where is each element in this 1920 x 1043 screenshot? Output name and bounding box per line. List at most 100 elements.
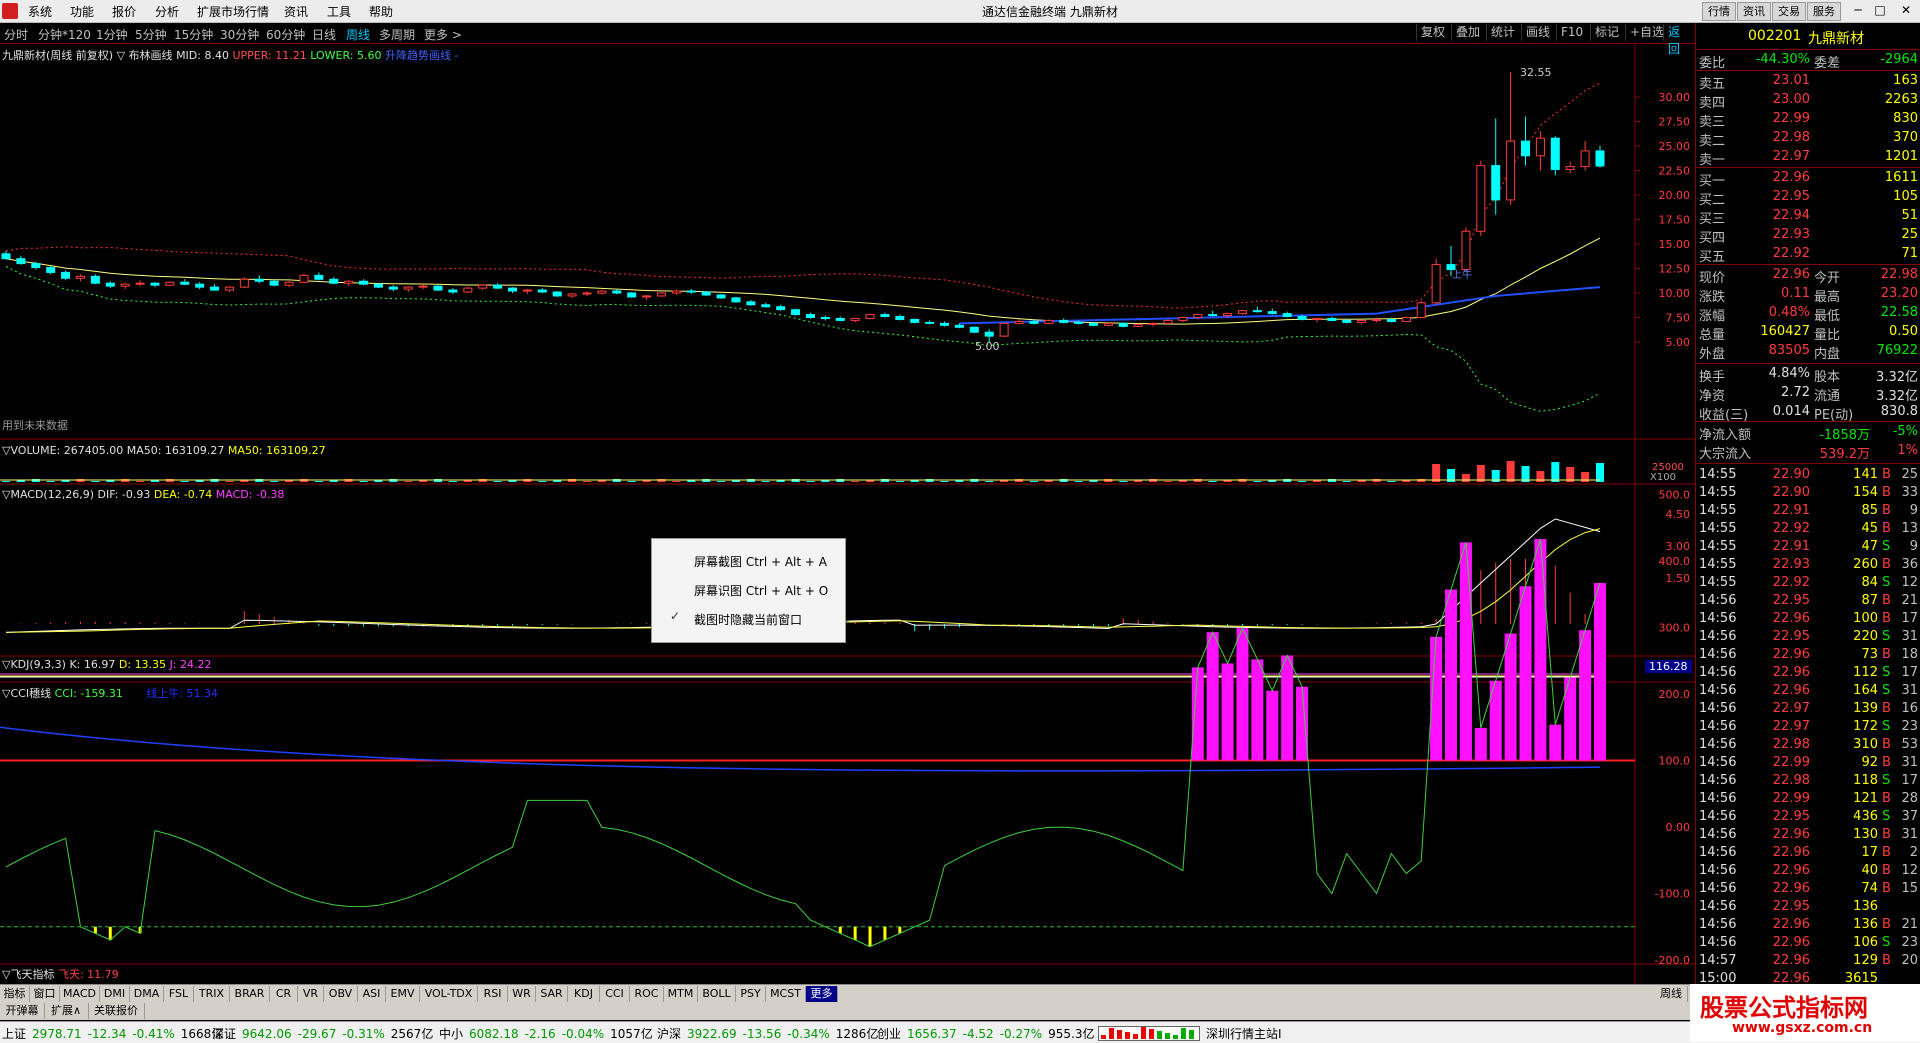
- period-tick[interactable]: 分时: [4, 26, 28, 43]
- price-axis-tick: 25.00: [1659, 140, 1691, 153]
- btn-news[interactable]: 资讯: [1737, 2, 1771, 21]
- period-week[interactable]: 周线: [346, 26, 370, 43]
- menu-help[interactable]: 帮助: [369, 3, 393, 20]
- tab-11[interactable]: ASI: [358, 986, 386, 1002]
- btn-service[interactable]: 服务: [1807, 2, 1841, 21]
- ctx-ocr[interactable]: 屏幕识图 Ctrl + Alt + O: [694, 582, 828, 599]
- tab-8[interactable]: CR: [270, 986, 298, 1002]
- ctx-screenshot[interactable]: 屏幕截图 Ctrl + Alt + A: [694, 553, 827, 570]
- tick-time: 14:56: [1699, 647, 1737, 662]
- tick-row: 14:56 22.96 164 S 31: [1696, 682, 1920, 700]
- tb-overlay[interactable]: 叠加: [1451, 24, 1484, 41]
- volume-bar: [493, 481, 502, 482]
- tb-fuquan[interactable]: 复权: [1416, 24, 1449, 41]
- tab-15[interactable]: WR: [508, 986, 536, 1002]
- chart-area[interactable]: 30.00 27.50 25.00 22.50 20.00 17.50 15.00 12.50…: [0, 44, 1695, 984]
- index-4[interactable]: 创业 1656.37 -4.52 -0.27% 955.3亿: [877, 1025, 1095, 1042]
- period-multi[interactable]: 多周期: [379, 26, 415, 43]
- flow-row: 大宗流入 539.2万 1%: [1696, 442, 1920, 462]
- chart-svg[interactable]: 30.00 27.50 25.00 22.50 20.00 17.50 15.00 12.50…: [0, 44, 1695, 984]
- maximize-icon[interactable]: □: [1870, 1, 1890, 20]
- close-icon[interactable]: ✕: [1895, 1, 1917, 20]
- kdj-label[interactable]: ▽KDJ(9,3,3): [2, 658, 66, 671]
- index-name: 深证: [212, 1027, 237, 1041]
- kdj-d: D: 13.35: [118, 658, 167, 671]
- tab-14[interactable]: RSI: [478, 986, 508, 1002]
- tab-18[interactable]: CCI: [600, 986, 630, 1002]
- cci-label[interactable]: ▽CCI穗线: [2, 687, 51, 700]
- period-min120[interactable]: 分钟*120: [38, 26, 91, 43]
- menu-ext-market[interactable]: 扩展市场行情: [197, 3, 269, 20]
- tab-0[interactable]: 指标: [0, 986, 30, 1002]
- feitian-label[interactable]: ▽飞天指标: [2, 968, 54, 981]
- tab-3[interactable]: DMI: [100, 986, 130, 1002]
- tab-13[interactable]: VOL-TDX: [420, 986, 478, 1002]
- period-1min[interactable]: 1分钟: [96, 26, 128, 43]
- macd-dea: DEA: -0.74: [153, 488, 213, 501]
- tb-back[interactable]: 返回: [1663, 24, 1695, 56]
- tick-side: B: [1882, 521, 1891, 536]
- tab-24[interactable]: 更多: [806, 986, 838, 1002]
- period-15min[interactable]: 15分钟: [174, 26, 213, 43]
- candle: [1103, 322, 1113, 327]
- period-5min[interactable]: 5分钟: [135, 26, 167, 43]
- tb-mark[interactable]: 标记: [1590, 24, 1623, 41]
- ctx-hide-window[interactable]: 截图时隐藏当前窗口: [694, 611, 802, 628]
- menu-analysis[interactable]: 分析: [155, 3, 179, 20]
- macd-label[interactable]: ▽MACD(12,26,9): [2, 488, 94, 501]
- menu-tools[interactable]: 工具: [327, 3, 351, 20]
- period-30min[interactable]: 30分钟: [220, 26, 259, 43]
- index-1[interactable]: 深证 9642.06 -29.67 -0.31% 2567亿: [212, 1025, 433, 1042]
- menu-system[interactable]: 系统: [28, 3, 52, 20]
- tb-f10[interactable]: F10: [1556, 24, 1587, 41]
- tab-4[interactable]: DMA: [130, 986, 164, 1002]
- minimize-icon[interactable]: ─: [1848, 1, 1868, 20]
- btn-market[interactable]: 行情: [1702, 2, 1736, 21]
- menu-quote[interactable]: 报价: [112, 3, 136, 20]
- price-axis-tick: 5.00: [1666, 336, 1691, 349]
- tab-22[interactable]: PSY: [736, 986, 766, 1002]
- tab-9[interactable]: VR: [298, 986, 324, 1002]
- tab-10[interactable]: OBV: [324, 986, 358, 1002]
- period-day[interactable]: 日线: [312, 26, 336, 43]
- index-amt: 955.3亿: [1048, 1027, 1095, 1041]
- period-60min[interactable]: 60分钟: [266, 26, 305, 43]
- index-0[interactable]: 上证 2978.71 -12.34 -0.41% 1668亿: [2, 1025, 223, 1042]
- tab-17[interactable]: KDJ: [568, 986, 600, 1002]
- btn-trade[interactable]: 交易: [1772, 2, 1806, 21]
- tb-draw[interactable]: 画线: [1521, 24, 1554, 41]
- tb-add-fav[interactable]: +自选: [1625, 24, 1668, 41]
- index-3[interactable]: 沪深 3922.69 -13.56 -0.34% 1286亿: [657, 1025, 878, 1042]
- tab-6[interactable]: TRIX: [194, 986, 230, 1002]
- index-2[interactable]: 中小 6082.18 -2.16 -0.04% 1057亿: [439, 1025, 653, 1042]
- tab-2[interactable]: MACD: [60, 986, 100, 1002]
- tab-20[interactable]: MTM: [664, 986, 698, 1002]
- tab-21[interactable]: BOLL: [698, 986, 736, 1002]
- tab-19[interactable]: ROC: [630, 986, 664, 1002]
- period-more[interactable]: 更多 >: [424, 26, 462, 43]
- buy-price: 22.95: [1772, 189, 1810, 204]
- boll-label[interactable]: ▽ 布林画线: [117, 49, 173, 62]
- candle: [224, 286, 234, 293]
- tb-stats[interactable]: 统计: [1486, 24, 1519, 41]
- menu-function[interactable]: 功能: [70, 3, 94, 20]
- tab-right-0[interactable]: 周线: [1655, 986, 1688, 1002]
- volume-bar: [225, 481, 234, 482]
- candle: [1044, 319, 1054, 325]
- sell-price: 23.01: [1772, 73, 1810, 88]
- server-status[interactable]: 深圳行情主站I: [1206, 1025, 1282, 1042]
- tab-12[interactable]: EMV: [386, 986, 420, 1002]
- tab-7[interactable]: BRAR: [230, 986, 270, 1002]
- tab-23[interactable]: MCST: [766, 986, 806, 1002]
- tab2-1[interactable]: 扩展∧: [44, 1003, 89, 1019]
- tab-5[interactable]: FSL: [164, 986, 194, 1002]
- volume-bar: [180, 481, 189, 482]
- tab-1[interactable]: 窗口: [30, 986, 60, 1002]
- menu-news[interactable]: 资讯: [284, 3, 308, 20]
- tab-16[interactable]: SAR: [536, 986, 568, 1002]
- tab2-0[interactable]: 开弹幕: [0, 1003, 45, 1019]
- tick-side: B: [1882, 881, 1891, 896]
- tab2-2[interactable]: 关联报价: [88, 1003, 145, 1019]
- volume-value: ▽VOLUME: 267405.00: [2, 444, 124, 457]
- buy-label: 买三: [1699, 212, 1726, 227]
